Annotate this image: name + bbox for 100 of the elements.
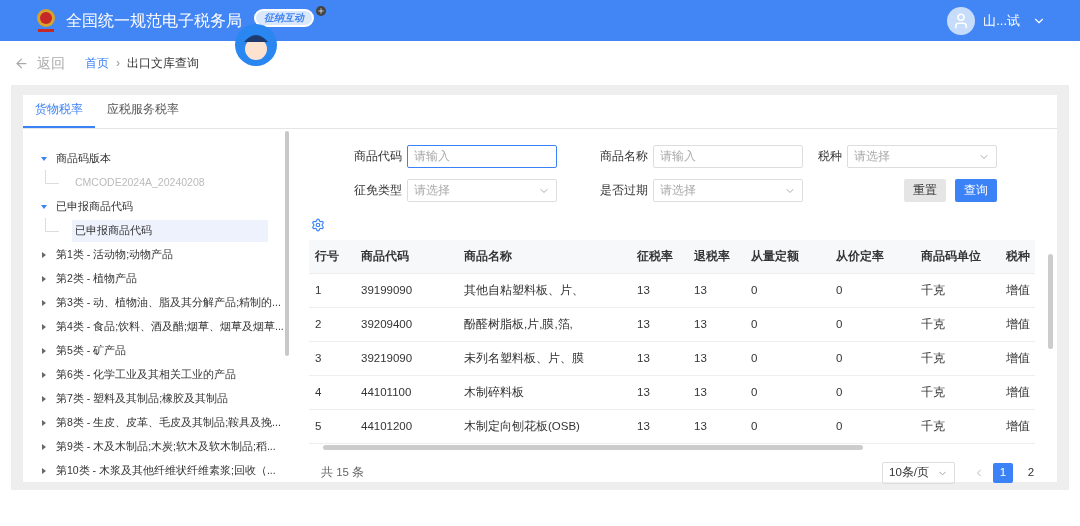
breadcrumb-link[interactable]: 首页	[85, 54, 109, 72]
breadcrumb-separator: ›	[115, 55, 121, 72]
table-cell-text: 酚醛树脂板,片,膜,箔,	[464, 316, 574, 332]
table-cell-text: 39199090	[361, 282, 414, 298]
table-cell-text: 千克	[921, 384, 946, 400]
caret-right-icon[interactable]	[40, 299, 48, 307]
table-cell-text: 千克	[921, 282, 946, 298]
table-cell-text: 0	[751, 350, 759, 366]
caret-right-icon[interactable]	[40, 251, 48, 259]
site-title: 全国统一规范电子税务局	[66, 10, 242, 31]
table-cell-text: 0	[836, 316, 844, 332]
table-cell-text: 千克	[921, 418, 946, 434]
table-cell-text: 1	[315, 282, 323, 298]
tree-item[interactable]: 第10类 - 木浆及其他纤维状纤维素浆;回收（...	[40, 459, 276, 483]
table-cell-text: 13	[694, 350, 708, 366]
settings-icon[interactable]	[311, 218, 325, 232]
table-cell-text: 13	[637, 350, 651, 366]
caret-down-icon[interactable]	[40, 203, 48, 211]
tree-item[interactable]: 第8类 - 生皮、皮革、毛皮及其制品;鞍具及挽...	[40, 411, 281, 435]
table-cell-text: 0	[836, 418, 844, 434]
tree-item[interactable]: 第3类 - 动、植物油、脂及其分解产品;精制的...	[40, 291, 281, 315]
filter-label: 商品代码	[354, 148, 402, 164]
table-cell-text: 千克	[921, 316, 946, 332]
tree-item[interactable]: 第9类 - 木及木制品;木炭;软木及软木制品;稻...	[40, 435, 276, 459]
table-cell-text: 39219090	[361, 350, 414, 366]
caret-right-icon[interactable]	[40, 443, 48, 451]
vertical-scrollbar[interactable]	[1048, 254, 1053, 349]
reset-button[interactable]: 重置	[904, 179, 946, 202]
tab[interactable]: 应税服务税率	[95, 100, 191, 128]
table-cell-text: 13	[694, 282, 708, 298]
table-cell-text: 4	[315, 384, 323, 400]
tree-item[interactable]: 第6类 - 化学工业及其相关工业的产品	[40, 363, 237, 387]
table-cell-text: 未列名塑料板、片、膜	[464, 350, 585, 366]
tree-item[interactable]: 已申报商品代码	[72, 220, 268, 242]
tree-item[interactable]: 第1类 - 活动物;动物产品	[40, 243, 174, 267]
filter-label: 征免类型	[354, 182, 402, 198]
table-cell-text: 3	[315, 350, 323, 366]
caret-right-icon[interactable]	[40, 347, 48, 355]
table-cell-text: 0	[751, 384, 759, 400]
table-cell-text: 增值	[1006, 384, 1031, 400]
column-header: 从价定率	[836, 248, 885, 264]
table-cell-text: 0	[836, 282, 844, 298]
tree-item[interactable]: 第2类 - 植物产品	[40, 267, 138, 291]
caret-right-icon[interactable]	[40, 323, 48, 331]
caret-right-icon[interactable]	[40, 371, 48, 379]
table-cell-text: 0	[751, 282, 759, 298]
tree-item[interactable]: 第7类 - 塑料及其制品;橡胶及其制品	[40, 387, 229, 411]
caret-down-icon[interactable]	[40, 155, 48, 163]
column-header: 征税率	[637, 248, 674, 264]
table-cell-text: 0	[751, 418, 759, 434]
caret-right-icon[interactable]	[40, 275, 48, 283]
table-cell-text: 13	[637, 418, 651, 434]
page-size-select[interactable]: 10条/页	[882, 462, 955, 484]
table-cell-text: 44101200	[361, 418, 414, 434]
table-cell-text: 13	[694, 384, 708, 400]
table-cell-text: 13	[694, 418, 708, 434]
table-cell-text: 5	[315, 418, 323, 434]
column-header: 商品码单位	[921, 248, 982, 264]
table-cell-text: 增值	[1006, 418, 1031, 434]
scrollbar-thumb[interactable]	[285, 131, 289, 356]
table-cell-text: 0	[751, 316, 759, 332]
column-header: 税种	[1006, 248, 1031, 264]
column-header: 从量定额	[751, 248, 800, 264]
table-cell-text: 0	[836, 350, 844, 366]
emblem-icon	[34, 6, 58, 35]
table-cell-text: 13	[637, 282, 651, 298]
table-cell-text: 44101100	[361, 384, 413, 400]
table-cell-text: 增值	[1006, 350, 1031, 366]
table-cell-text: 13	[637, 316, 651, 332]
table-cell-text: 0	[836, 384, 844, 400]
column-header: 商品名称	[464, 248, 513, 264]
tree-item[interactable]: 商品码版本	[40, 147, 111, 171]
horizontal-scrollbar[interactable]	[323, 445, 863, 450]
tab[interactable]: 货物税率	[23, 100, 95, 128]
caret-right-icon[interactable]	[40, 467, 48, 475]
user-name[interactable]: 山...试	[983, 10, 1020, 31]
table-cell-text: 其他自粘塑料板、片、	[464, 282, 585, 298]
tree-item[interactable]: 第5类 - 矿产品	[40, 339, 127, 363]
column-header: 退税率	[694, 248, 731, 264]
table-cell-text: 千克	[921, 350, 946, 366]
breadcrumb-current: 出口文库查询	[127, 55, 199, 72]
avatar-icon[interactable]	[947, 6, 976, 35]
caret-right-icon[interactable]	[40, 395, 48, 403]
filter-label: 商品名称	[600, 148, 648, 164]
table-cell-text: 13	[637, 384, 651, 400]
table-cell-text: 增值	[1006, 282, 1031, 298]
table-cell-text: 39209400	[361, 316, 414, 332]
tree-item[interactable]: 已申报商品代码	[40, 195, 133, 219]
column-header: 行号	[315, 248, 340, 264]
filter-label: 是否过期	[600, 182, 648, 198]
page-button[interactable]: 2	[1021, 463, 1041, 483]
table-cell-text: 木制碎料板	[464, 384, 525, 400]
tree-item[interactable]: 第4类 - 食品;饮料、酒及醋;烟草、烟草及烟草...	[40, 315, 284, 339]
table-cell-text: 2	[315, 316, 323, 332]
search-button[interactable]: 查询	[955, 179, 997, 202]
filter-label: 税种	[818, 148, 842, 164]
caret-right-icon[interactable]	[40, 419, 48, 427]
column-header: 商品代码	[361, 248, 410, 264]
page-button[interactable]: 1	[993, 463, 1013, 483]
table-cell-text: 13	[694, 316, 708, 332]
